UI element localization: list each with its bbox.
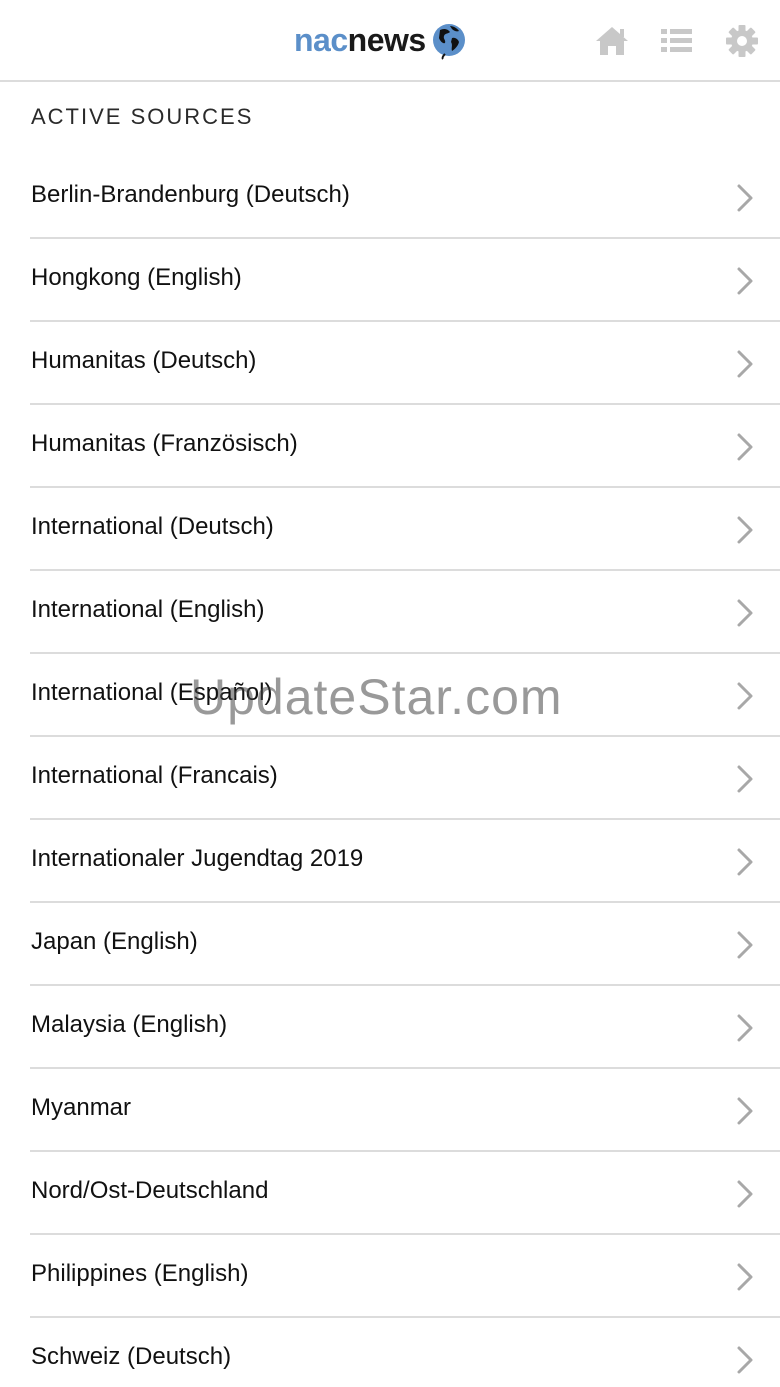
source-list-item[interactable]: International (Español) <box>30 654 780 737</box>
source-label: Humanitas (Deutsch) <box>31 347 257 374</box>
chevron-right-icon <box>736 847 754 877</box>
source-list-item[interactable]: Internationaler Jugendtag 2019 <box>30 820 780 903</box>
source-list-item[interactable]: Berlin-Brandenburg (Deutsch) <box>30 156 780 239</box>
source-list-item[interactable]: Humanitas (Französisch) <box>30 405 780 488</box>
chevron-right-icon <box>736 432 754 462</box>
source-label: International (Deutsch) <box>31 513 274 540</box>
source-label: Nord/Ost-Deutschland <box>31 1177 269 1204</box>
chevron-right-icon <box>736 681 754 711</box>
source-list-item[interactable]: Nord/Ost-Deutschland <box>30 1152 780 1235</box>
chevron-right-icon <box>736 349 754 379</box>
logo-text-nac: nac <box>294 21 348 58</box>
source-list-item[interactable]: Japan (English) <box>30 903 780 986</box>
source-label: International (Francais) <box>31 762 278 789</box>
top-bar: nac news <box>0 0 780 82</box>
chevron-right-icon <box>736 1262 754 1292</box>
source-list-item[interactable]: Schweiz (Deutsch) <box>30 1318 780 1387</box>
home-icon[interactable] <box>592 22 632 60</box>
chevron-right-icon <box>736 1179 754 1209</box>
chevron-right-icon <box>736 598 754 628</box>
source-list-item[interactable]: International (Francais) <box>30 737 780 820</box>
chevron-right-icon <box>736 515 754 545</box>
source-label: Schweiz (Deutsch) <box>31 1343 232 1370</box>
source-label: Myanmar <box>31 1094 132 1121</box>
source-list-item[interactable]: International (Deutsch) <box>30 488 780 571</box>
globe-icon <box>430 20 468 60</box>
source-label: Berlin-Brandenburg (Deutsch) <box>31 181 350 208</box>
gear-icon[interactable] <box>722 22 762 60</box>
chevron-right-icon <box>736 930 754 960</box>
chevron-right-icon <box>736 1345 754 1375</box>
section-title: ACTIVE SOURCES <box>31 104 254 129</box>
chevron-right-icon <box>736 1096 754 1126</box>
source-label: Philippines (English) <box>31 1260 249 1287</box>
source-list-item[interactable]: International (English) <box>30 571 780 654</box>
logo-text-news: news <box>347 21 427 58</box>
source-label: International (Español) <box>31 679 273 706</box>
chevron-right-icon <box>736 764 754 794</box>
source-list-item[interactable]: Myanmar <box>30 1069 780 1152</box>
source-list-item[interactable]: Malaysia (English) <box>30 986 780 1069</box>
list-icon[interactable] <box>657 22 697 60</box>
source-list: Berlin-Brandenburg (Deutsch) Hongkong (En… <box>0 156 780 1387</box>
chevron-right-icon <box>736 1013 754 1043</box>
source-list-item[interactable]: Hongkong (English) <box>30 239 780 322</box>
source-list-item[interactable]: Philippines (English) <box>30 1235 780 1318</box>
chevron-right-icon <box>736 183 754 213</box>
source-label: Internationaler Jugendtag 2019 <box>31 845 364 872</box>
source-label: Hongkong (English) <box>31 264 242 291</box>
chevron-right-icon <box>736 266 754 296</box>
source-list-item[interactable]: Humanitas (Deutsch) <box>30 322 780 405</box>
app-screen: nac news ACTIVE SOURCES Berlin-Brandenbu… <box>0 0 780 1387</box>
source-label: Japan (English) <box>31 928 198 955</box>
source-label: Malaysia (English) <box>31 1011 228 1038</box>
source-label: International (English) <box>31 596 265 623</box>
source-label: Humanitas (Französisch) <box>31 430 298 457</box>
app-logo[interactable]: nac news <box>294 20 468 60</box>
